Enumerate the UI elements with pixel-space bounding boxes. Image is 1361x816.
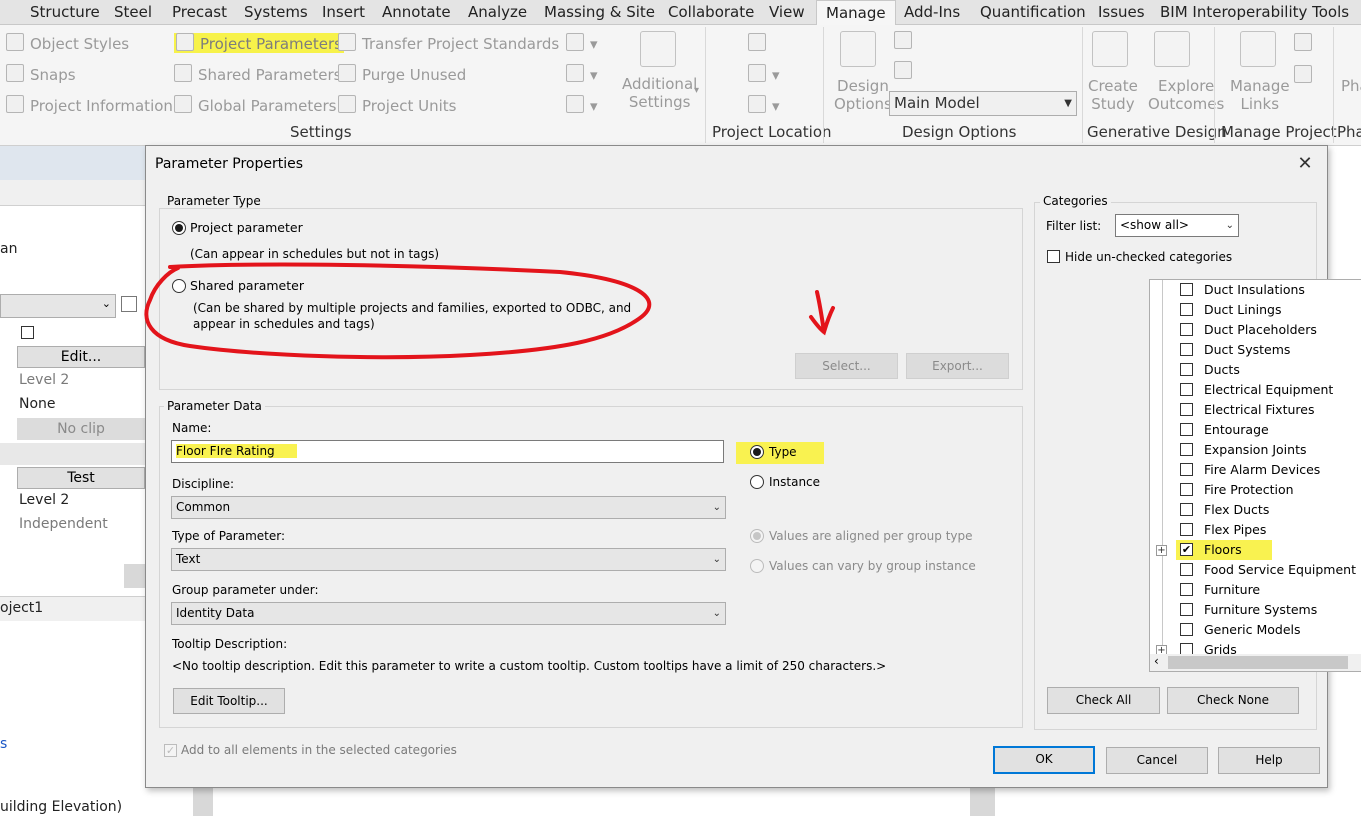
red-annotation-circle xyxy=(144,262,652,360)
red-annotation-arrow xyxy=(809,290,835,336)
annotation-overlay xyxy=(144,262,835,360)
